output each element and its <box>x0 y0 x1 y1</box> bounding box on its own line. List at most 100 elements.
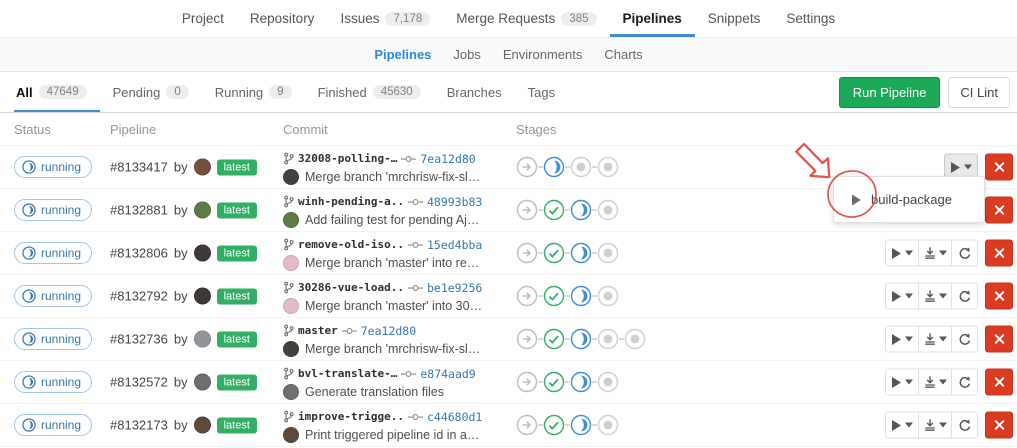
play-dropdown-button[interactable] <box>885 283 919 310</box>
branch-link[interactable]: winh-pending-a.. <box>298 195 404 208</box>
filter-tab-running[interactable]: Running9 <box>202 72 305 112</box>
status-badge[interactable]: running <box>14 199 92 221</box>
commit-sha-link[interactable]: 48993b83 <box>427 195 482 209</box>
retry-pipeline-button[interactable] <box>951 240 978 267</box>
filter-tab-finished[interactable]: Finished45630 <box>305 72 434 112</box>
pipeline-id-link[interactable]: #8132572 <box>110 375 168 390</box>
stage-passed-icon[interactable] <box>543 285 565 307</box>
commit-message-link[interactable]: Merge branch 'mrchrisw-fix-sl… <box>305 342 480 356</box>
retry-pipeline-button[interactable] <box>951 283 978 310</box>
commit-sha-link[interactable]: e874aad9 <box>420 367 475 381</box>
status-badge[interactable]: running <box>14 285 92 307</box>
stage-created-icon[interactable] <box>597 414 619 436</box>
retry-pipeline-button[interactable] <box>951 412 978 439</box>
cancel-pipeline-button[interactable] <box>985 283 1013 310</box>
stage-skipped-icon[interactable] <box>516 285 538 307</box>
commit-sha-link[interactable]: 7ea12d80 <box>420 152 475 166</box>
branch-link[interactable]: remove-old-iso.. <box>298 238 404 251</box>
stage-passed-icon[interactable] <box>543 242 565 264</box>
cancel-pipeline-button[interactable] <box>985 369 1013 396</box>
stage-created-icon[interactable] <box>597 371 619 393</box>
download-artifacts-button[interactable] <box>918 412 952 439</box>
pipeline-id-link[interactable]: #8132173 <box>110 418 168 433</box>
stage-created-icon[interactable] <box>597 328 619 350</box>
download-artifacts-button[interactable] <box>918 326 952 353</box>
stage-running-icon[interactable] <box>570 285 592 307</box>
subnav-item-environments[interactable]: Environments <box>492 47 593 62</box>
pipeline-id-link[interactable]: #8133417 <box>110 160 168 175</box>
stage-running-icon[interactable] <box>570 199 592 221</box>
stage-passed-icon[interactable] <box>543 371 565 393</box>
retry-pipeline-button[interactable] <box>951 369 978 396</box>
branch-link[interactable]: bvl-translate-… <box>298 367 397 380</box>
pipeline-id-link[interactable]: #8132806 <box>110 246 168 261</box>
commit-sha-link[interactable]: be1e9256 <box>427 281 482 295</box>
stage-skipped-icon[interactable] <box>516 371 538 393</box>
commit-message-link[interactable]: Add failing test for pending Aj… <box>305 213 479 227</box>
nav-item-repository[interactable]: Repository <box>237 0 328 37</box>
dropdown-item-build-package[interactable]: build-package <box>834 184 984 215</box>
pipeline-id-link[interactable]: #8132792 <box>110 289 168 304</box>
cancel-pipeline-button[interactable] <box>985 240 1013 267</box>
branch-link[interactable]: 32008-polling-… <box>298 152 397 165</box>
stage-skipped-icon[interactable] <box>516 199 538 221</box>
status-badge[interactable]: running <box>14 371 92 393</box>
download-artifacts-button[interactable] <box>918 283 952 310</box>
cancel-pipeline-button[interactable] <box>985 326 1013 353</box>
commit-message-link[interactable]: Merge branch 'master' into re… <box>305 256 479 270</box>
stage-skipped-icon[interactable] <box>516 328 538 350</box>
commit-sha-link[interactable]: 15ed4bba <box>427 238 482 252</box>
filter-tab-all[interactable]: All47649 <box>14 72 100 112</box>
download-artifacts-button[interactable] <box>918 369 952 396</box>
stage-running-icon[interactable] <box>570 371 592 393</box>
retry-pipeline-button[interactable] <box>951 326 978 353</box>
cancel-pipeline-button[interactable] <box>985 154 1013 181</box>
stage-passed-icon[interactable] <box>543 199 565 221</box>
nav-item-snippets[interactable]: Snippets <box>695 0 774 37</box>
status-badge[interactable]: running <box>14 414 92 436</box>
stage-created-icon[interactable] <box>597 156 619 178</box>
stage-skipped-icon[interactable] <box>516 242 538 264</box>
nav-item-project[interactable]: Project <box>169 0 237 37</box>
filter-tab-branches[interactable]: Branches <box>434 72 515 112</box>
nav-item-issues[interactable]: Issues7,178 <box>327 0 443 37</box>
stage-created-icon[interactable] <box>624 328 646 350</box>
branch-link[interactable]: improve-trigge.. <box>298 410 404 423</box>
filter-tab-tags[interactable]: Tags <box>515 72 568 112</box>
commit-message-link[interactable]: Print triggered pipeline id in a… <box>305 428 479 442</box>
run-pipeline-button[interactable]: Run Pipeline <box>839 77 941 108</box>
nav-item-settings[interactable]: Settings <box>773 0 848 37</box>
cancel-pipeline-button[interactable] <box>985 412 1013 439</box>
stage-running-icon[interactable] <box>543 156 565 178</box>
stage-skipped-icon[interactable] <box>516 414 538 436</box>
ci-lint-button[interactable]: CI Lint <box>948 77 1010 108</box>
pipeline-id-link[interactable]: #8132736 <box>110 332 168 347</box>
status-badge[interactable]: running <box>14 242 92 264</box>
commit-message-link[interactable]: Merge branch 'mrchrisw-fix-sl… <box>305 170 480 184</box>
branch-link[interactable]: master <box>298 324 338 337</box>
stage-passed-icon[interactable] <box>543 328 565 350</box>
play-dropdown-button[interactable] <box>885 369 919 396</box>
stage-running-icon[interactable] <box>570 242 592 264</box>
commit-message-link[interactable]: Generate translation files <box>305 385 444 399</box>
stage-running-icon[interactable] <box>570 328 592 350</box>
status-badge[interactable]: running <box>14 156 92 178</box>
stage-running-icon[interactable] <box>570 414 592 436</box>
stage-passed-icon[interactable] <box>543 414 565 436</box>
status-badge[interactable]: running <box>14 328 92 350</box>
commit-sha-link[interactable]: 7ea12d80 <box>361 324 416 338</box>
branch-link[interactable]: 30286-vue-load.. <box>298 281 404 294</box>
nav-item-merge-requests[interactable]: Merge Requests385 <box>443 0 609 37</box>
commit-sha-link[interactable]: c44680d1 <box>427 410 482 424</box>
subnav-item-jobs[interactable]: Jobs <box>442 47 491 62</box>
nav-item-pipelines[interactable]: Pipelines <box>610 0 695 37</box>
play-dropdown-button[interactable] <box>885 412 919 439</box>
cancel-pipeline-button[interactable] <box>985 197 1013 224</box>
pipeline-id-link[interactable]: #8132881 <box>110 203 168 218</box>
play-dropdown-button[interactable] <box>885 240 919 267</box>
play-dropdown-button[interactable] <box>885 326 919 353</box>
stage-created-icon[interactable] <box>597 285 619 307</box>
commit-message-link[interactable]: Merge branch 'master' into 30… <box>305 299 482 313</box>
download-artifacts-button[interactable] <box>918 240 952 267</box>
stage-skipped-icon[interactable] <box>516 156 538 178</box>
